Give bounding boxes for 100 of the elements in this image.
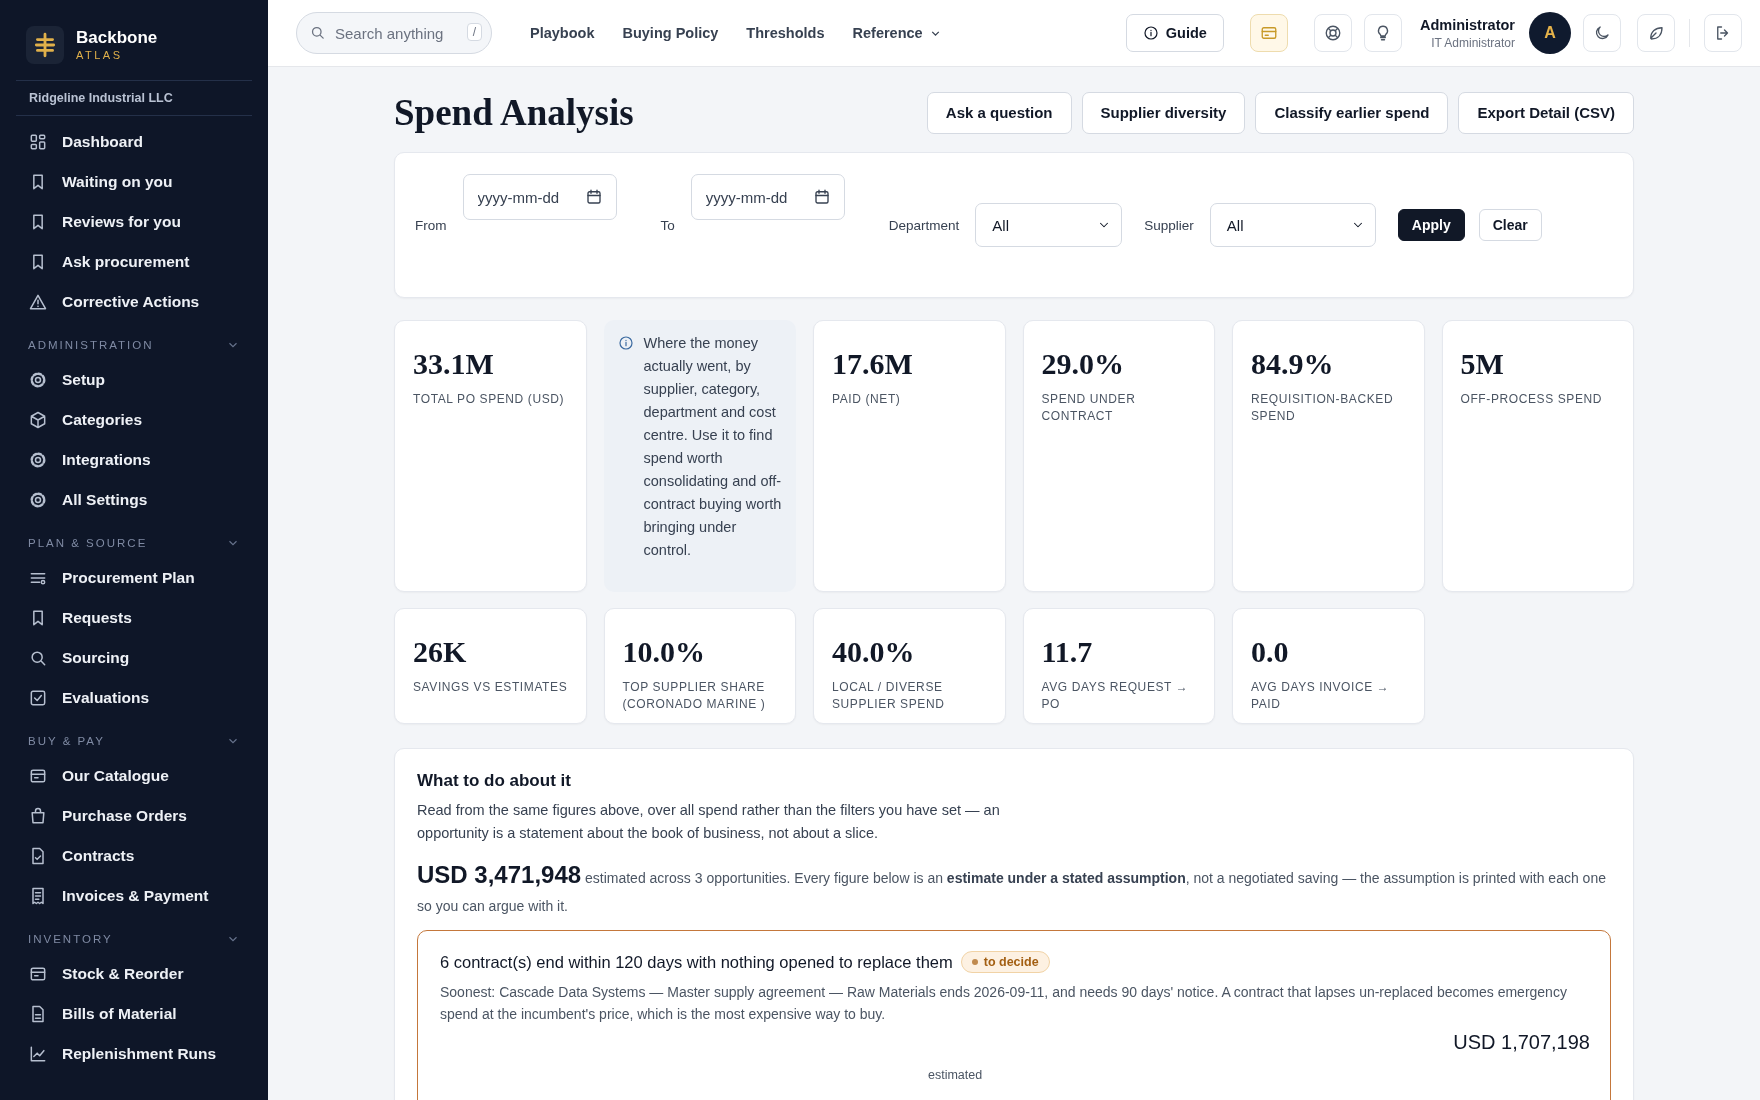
nav-item[interactable]: Integrations (16, 440, 252, 480)
nav-item[interactable]: Purchase Orders (16, 796, 252, 836)
section-header[interactable]: PLAN & SOURCE (16, 528, 252, 558)
nav-item[interactable]: Stock & Reorder (16, 954, 252, 994)
action-button[interactable]: Supplier diversity (1081, 91, 1246, 134)
apply-button[interactable]: Apply (1397, 209, 1465, 241)
section-header[interactable]: ADMINISTRATION (16, 330, 252, 360)
user-name: Administrator (1419, 16, 1515, 33)
action-button[interactable]: Classify earlier spend (1255, 91, 1449, 134)
info-icon (617, 335, 634, 351)
summary-text: USD 3,471,948 estimated across 3 opportunities. Every figure below is an estimate under a stated assumption, not a negotiated saving — the assumption is printed with each one so you can argue with it. (417, 861, 1607, 916)
stat-value: 0.0 (1251, 635, 1290, 669)
nav-item[interactable]: Ask procurement (16, 242, 252, 282)
nav-link[interactable]: Playbook (530, 25, 595, 41)
nav-item[interactable]: Evaluations (16, 678, 252, 718)
field-label: Supplier (1144, 217, 1194, 233)
date-field[interactable]: yyyy-mm-dd (462, 174, 617, 220)
nav-item[interactable]: Contracts (16, 836, 252, 876)
clear-button[interactable]: Clear (1478, 209, 1542, 241)
field-label: Department (888, 217, 960, 233)
nav-item[interactable]: Our Catalogue (16, 756, 252, 796)
warning-icon (28, 292, 48, 312)
nav-link[interactable]: Reference (852, 25, 942, 41)
settings-icon (28, 490, 48, 510)
user-avatar[interactable]: A (1529, 12, 1571, 54)
opportunity-detail: Soonest: Cascade Data Systems — Master supply agreement — Raw Materials ends 2026-09-11, and needs 90 days' notice. A contract that lapses un-replaced becomes emergency spend at the incumbent's price, which is the most expensive way to buy. (440, 983, 1568, 1024)
chart-icon (28, 1044, 48, 1064)
stat-value: 26K (413, 635, 468, 669)
action-button[interactable]: Export Detail (CSV) (1458, 91, 1634, 134)
stat-value: 17.6M (832, 347, 914, 381)
select-field[interactable]: All (1209, 203, 1376, 247)
nav-item[interactable]: Invoices & Payment (16, 876, 252, 916)
note-text: Where the money actually went, by supplier, category, department and cost centre. Use it to find spend worth consolidating and off-contract buying worth bringing under control. (643, 334, 782, 560)
organization-name: Ridgeline Industrial LLC (16, 80, 252, 116)
stat-value: 10.0% (622, 635, 706, 669)
nav-item[interactable]: Procurement Plan (16, 558, 252, 598)
stat-value: 84.9% (1251, 347, 1335, 381)
stat-label: TOTAL PO SPEND (USD) (413, 391, 566, 408)
status-badge: to decide (960, 951, 1050, 973)
nav-item[interactable]: Dashboard (16, 122, 252, 162)
nav-item[interactable]: Requests (16, 598, 252, 638)
tray-icon (28, 964, 48, 984)
cube-icon (28, 410, 48, 430)
help-button[interactable] (1313, 14, 1352, 52)
nav-item[interactable]: Bills of Material (16, 994, 252, 1034)
stat-value: 29.0% (1041, 347, 1125, 381)
section-header[interactable]: INVENTORY (16, 924, 252, 954)
section-header[interactable]: BUY & PAY (16, 726, 252, 756)
section-title: What to do about it (417, 771, 572, 791)
user-role: IT Administrator (1430, 35, 1515, 50)
date-field[interactable]: yyyy-mm-dd (690, 174, 845, 220)
nav-link[interactable]: Buying Policy (622, 25, 719, 41)
stat-value: 33.1M (413, 347, 495, 381)
logout-button[interactable] (1704, 14, 1742, 52)
select-field[interactable]: All (975, 203, 1123, 247)
search-icon (309, 24, 326, 41)
nav-item[interactable]: Sourcing (16, 638, 252, 678)
brand-name: Backbone (76, 28, 158, 48)
opportunity-title: 6 contract(s) end within 120 days with nothing opened to replace them (440, 952, 953, 972)
guide-button[interactable]: Guide (1125, 14, 1224, 52)
intro-text: Read from the same figures above, over all spend rather than the filters you have set — an opportunity is a statement about the book of business, not about a slice. (417, 801, 1001, 843)
nav-item[interactable]: All Settings (16, 480, 252, 520)
stat-label: TOP SUPPLIER SHARE (CORONADO MARINE ) (622, 679, 767, 713)
tray-icon (28, 766, 48, 786)
brand-tagline: ATLAS (76, 48, 124, 62)
leaf-icon (1647, 24, 1665, 42)
moon-button[interactable] (1583, 14, 1621, 52)
stat-label: SAVINGS VS ESTIMATES (413, 679, 568, 696)
leaf-button[interactable] (1637, 14, 1675, 52)
stat-label: SPEND UNDER CONTRACT (1041, 391, 1137, 425)
page-title: Spend Analysis (394, 91, 634, 134)
calendar-icon (812, 188, 831, 206)
stat-label: LOCAL / DIVERSE SUPPLIER SPEND (832, 679, 946, 713)
stat-label: REQUISITION-BACKED SPEND (1251, 391, 1395, 425)
search-icon (28, 648, 48, 668)
stat-label: OFF-PROCESS SPEND (1460, 391, 1604, 408)
nav-item[interactable]: Corrective Actions (16, 282, 252, 322)
help-icon (1323, 24, 1342, 42)
card-button[interactable] (1249, 14, 1288, 52)
nav-item[interactable]: Waiting on you (16, 162, 252, 202)
nav-item[interactable]: Categories (16, 400, 252, 440)
nav-item[interactable]: Replenishment Runs (16, 1034, 252, 1074)
bulb-button[interactable] (1363, 14, 1402, 52)
opportunity-amount: USD 1,707,198 (1452, 1031, 1590, 1054)
card-icon (1259, 24, 1278, 42)
field-label: To (660, 217, 675, 233)
settings-icon (28, 450, 48, 470)
stat-value: 5M (1460, 347, 1505, 381)
stat-value: 40.0% (832, 635, 916, 669)
action-button[interactable]: Ask a question (926, 91, 1072, 134)
stat-label: PAID (NET) (832, 391, 902, 408)
nav-item[interactable]: Reviews for you (16, 202, 252, 242)
nav-link[interactable]: Thresholds (746, 25, 825, 41)
calendar-icon (584, 188, 603, 206)
nav-item[interactable]: Setup (16, 360, 252, 400)
amount-note: estimated (927, 1068, 984, 1082)
logo-icon (26, 26, 64, 64)
moon-icon (1593, 24, 1611, 42)
checkbox-icon (28, 688, 48, 708)
info-icon (1142, 25, 1159, 41)
